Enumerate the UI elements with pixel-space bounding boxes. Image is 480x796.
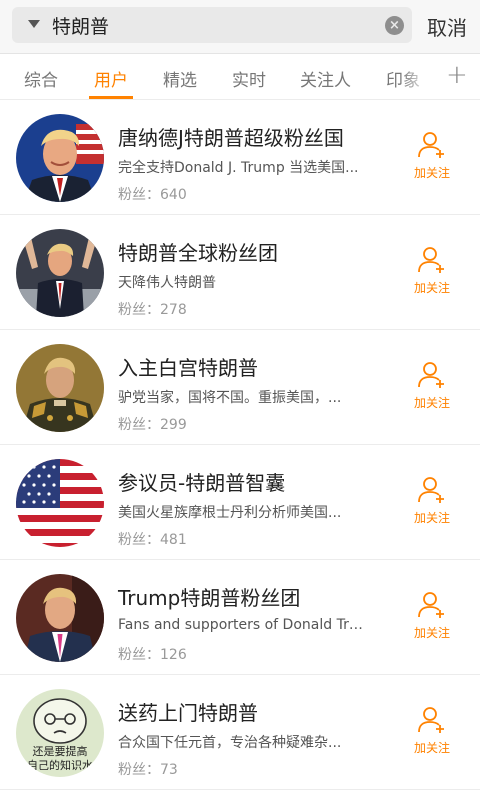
avatar[interactable]	[16, 574, 104, 662]
user-description: 合众国下任元首，专治各种疑难杂...	[118, 735, 342, 751]
tab-featured[interactable]: 精选	[163, 66, 197, 91]
fans-count: 粉丝：73	[118, 762, 178, 778]
follow-button[interactable]: 加关注	[406, 590, 458, 646]
follow-button[interactable]: 加关注	[406, 130, 458, 186]
fans-count: 粉丝：481	[118, 532, 187, 548]
user-name[interactable]: 入主白宫特朗普	[118, 352, 258, 381]
clear-icon[interactable]: ×	[385, 16, 404, 35]
add-user-icon	[418, 247, 444, 273]
avatar[interactable]	[16, 459, 104, 547]
tab-comprehensive[interactable]: 综合	[24, 66, 58, 91]
user-name[interactable]: 唐纳德J特朗普超级粉丝国	[118, 122, 344, 151]
tab-fade	[400, 60, 440, 94]
user-description: 驴党当家，国将不国。重振美国，...	[118, 390, 342, 406]
active-tab-indicator	[89, 96, 133, 99]
list-item[interactable]: 唐纳德J特朗普超级粉丝国 完全支持Donald J. Trump 当选美国...…	[0, 100, 480, 215]
tab-bar: 综合 用户 精选 实时 关注人 印象 +	[0, 54, 480, 100]
fans-count: 粉丝：299	[118, 417, 187, 433]
avatar[interactable]: 还是要提高 自己的知识水	[16, 689, 104, 777]
plus-icon[interactable]: +	[446, 60, 468, 90]
follow-label: 加关注	[413, 396, 450, 410]
tab-following[interactable]: 关注人	[300, 66, 351, 91]
list-item[interactable]: 入主白宫特朗普 驴党当家，国将不国。重振美国，... 粉丝：299 加关注	[0, 330, 480, 445]
list-item[interactable]: 参议员-特朗普智囊 美国火星族摩根士丹利分析师美国... 粉丝：481 加关注	[0, 445, 480, 560]
avatar[interactable]	[16, 229, 104, 317]
list-item[interactable]: 还是要提高 自己的知识水 送药上门特朗普 合众国下任元首，专治各种疑难杂... …	[0, 675, 480, 790]
tab-users[interactable]: 用户	[94, 66, 128, 91]
user-description: Fans and supporters of Donald Trump.	[118, 617, 368, 633]
avatar[interactable]	[16, 114, 104, 202]
tab-realtime[interactable]: 实时	[232, 66, 266, 91]
svg-text:自己的知识水: 自己的知识水	[27, 758, 93, 772]
follow-button[interactable]: 加关注	[406, 475, 458, 531]
search-box[interactable]: ×	[12, 7, 412, 43]
add-user-icon	[418, 132, 444, 158]
add-user-icon	[418, 592, 444, 618]
fans-count: 粉丝：126	[118, 647, 187, 663]
dropdown-arrow-icon[interactable]	[28, 20, 40, 28]
user-name[interactable]: 特朗普全球粉丝团	[118, 237, 278, 266]
user-list: 唐纳德J特朗普超级粉丝国 完全支持Donald J. Trump 当选美国...…	[0, 100, 480, 790]
follow-button[interactable]: 加关注	[406, 705, 458, 761]
list-item[interactable]: Trump特朗普粉丝团 Fans and supporters of Donal…	[0, 560, 480, 675]
follow-button[interactable]: 加关注	[406, 360, 458, 416]
user-description: 美国火星族摩根士丹利分析师美国...	[118, 505, 342, 521]
search-header: × 取消	[0, 0, 480, 54]
svg-text:还是要提高: 还是要提高	[33, 744, 88, 758]
add-user-icon	[418, 362, 444, 388]
follow-button[interactable]: 加关注	[406, 245, 458, 301]
user-description: 天降伟人特朗普	[118, 275, 216, 291]
follow-label: 加关注	[413, 511, 450, 525]
user-name[interactable]: 送药上门特朗普	[118, 697, 258, 726]
list-item[interactable]: 特朗普全球粉丝团 天降伟人特朗普 粉丝：278 加关注	[0, 215, 480, 330]
follow-label: 加关注	[413, 741, 450, 755]
add-user-icon	[418, 477, 444, 503]
search-input[interactable]	[52, 12, 382, 38]
follow-label: 加关注	[413, 166, 450, 180]
user-name[interactable]: 参议员-特朗普智囊	[118, 467, 285, 496]
fans-count: 粉丝：278	[118, 302, 187, 318]
add-user-icon	[418, 707, 444, 733]
user-name[interactable]: Trump特朗普粉丝团	[118, 582, 300, 611]
fans-count: 粉丝：640	[118, 187, 187, 203]
follow-label: 加关注	[413, 281, 450, 295]
user-description: 完全支持Donald J. Trump 当选美国...	[118, 160, 359, 176]
cancel-button[interactable]: 取消	[427, 12, 467, 41]
follow-label: 加关注	[413, 626, 450, 640]
avatar[interactable]	[16, 344, 104, 432]
